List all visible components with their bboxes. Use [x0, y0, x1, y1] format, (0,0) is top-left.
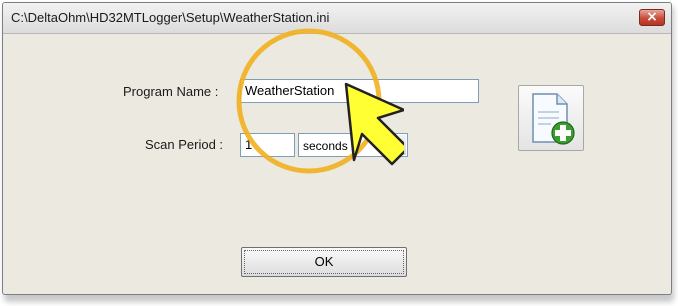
scan-period-input[interactable]: 1 — [240, 133, 295, 157]
scan-period-unit-select[interactable]: seconds — [298, 133, 408, 157]
chevron-down-icon[interactable] — [389, 135, 406, 155]
ok-button[interactable]: OK — [241, 247, 407, 277]
scan-period-unit-value: seconds — [303, 139, 348, 153]
new-file-add-icon — [532, 93, 575, 145]
scan-period-label: Scan Period : — [145, 137, 224, 152]
title-bar: C:\DeltaOhm\HD32MTLogger\Setup\WeatherSt… — [3, 3, 671, 34]
close-button[interactable]: × — [639, 9, 665, 26]
program-name-input[interactable]: WeatherStation — [240, 79, 479, 103]
close-icon: × — [646, 9, 658, 25]
window-title: C:\DeltaOhm\HD32MTLogger\Setup\WeatherSt… — [11, 10, 330, 25]
new-file-button[interactable] — [518, 85, 584, 151]
ok-button-label: OK — [314, 254, 334, 269]
program-name-label: Program Name : — [123, 84, 219, 99]
dialog-window: C:\DeltaOhm\HD32MTLogger\Setup\WeatherSt… — [2, 2, 672, 295]
